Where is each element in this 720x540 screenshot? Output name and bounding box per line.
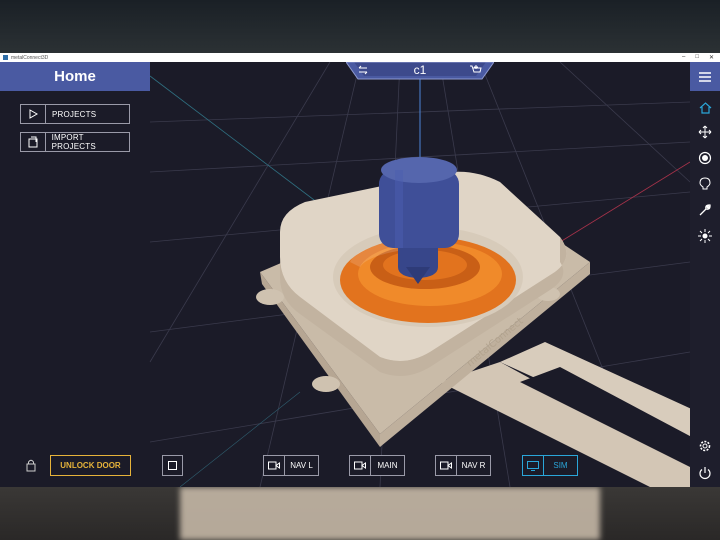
close-button[interactable]: ✕ xyxy=(709,54,714,61)
projects-button[interactable]: PROJECTS xyxy=(20,104,130,124)
window-title: metalConnect3D xyxy=(11,54,49,61)
viewport-3d[interactable]: metalConnect xyxy=(0,62,720,487)
view-main-button[interactable]: MAIN xyxy=(349,455,405,476)
minimize-button[interactable]: – xyxy=(682,54,685,61)
app-main: metalConnect Home PROJECTS IMPORT PROJEC… xyxy=(0,62,720,487)
window-titlebar: metalConnect3D – □ ✕ xyxy=(0,53,720,62)
maximize-button[interactable]: □ xyxy=(695,54,699,61)
blurred-background-bottom xyxy=(0,487,720,540)
view-label: NAV L xyxy=(290,461,313,470)
stop-button[interactable] xyxy=(162,455,183,476)
target-icon[interactable] xyxy=(697,150,713,166)
blurred-background-top xyxy=(0,0,720,53)
home-icon[interactable] xyxy=(697,99,713,115)
square-icon xyxy=(168,461,177,470)
camera-icon xyxy=(436,456,457,475)
play-icon xyxy=(21,105,46,123)
app-icon xyxy=(3,55,8,60)
camera-icon xyxy=(264,456,285,475)
bulb-icon[interactable] xyxy=(697,176,713,192)
projects-label: PROJECTS xyxy=(52,109,97,119)
view-nav-r-button[interactable]: NAV R xyxy=(435,455,491,476)
view-nav-l-button[interactable]: NAV L xyxy=(263,455,319,476)
light-icon[interactable] xyxy=(697,228,713,244)
view-label: SIM xyxy=(553,461,568,470)
power-icon[interactable] xyxy=(697,465,713,481)
wrench-icon[interactable] xyxy=(697,202,713,218)
monitor-icon xyxy=(523,456,544,475)
move-icon[interactable] xyxy=(697,124,713,140)
add-cart-icon[interactable] xyxy=(468,64,482,76)
import-icon xyxy=(21,133,46,151)
view-label: NAV R xyxy=(461,461,486,470)
view-sim-button[interactable]: SIM xyxy=(522,455,578,476)
page-title: Home xyxy=(0,62,150,91)
hamburger-icon xyxy=(699,71,711,82)
import-projects-label: IMPORT PROJECTS xyxy=(51,133,96,151)
lock-icon xyxy=(24,458,38,472)
menu-button[interactable] xyxy=(690,62,720,91)
view-label: MAIN xyxy=(377,461,398,470)
project-tab[interactable]: c1 xyxy=(346,62,494,80)
import-projects-button[interactable]: IMPORT PROJECTS xyxy=(20,132,130,152)
unlock-door-button[interactable]: UNLOCK DOOR xyxy=(50,455,131,476)
camera-icon xyxy=(350,456,371,475)
right-toolbar xyxy=(690,62,720,487)
settings-icon[interactable] xyxy=(697,438,713,454)
